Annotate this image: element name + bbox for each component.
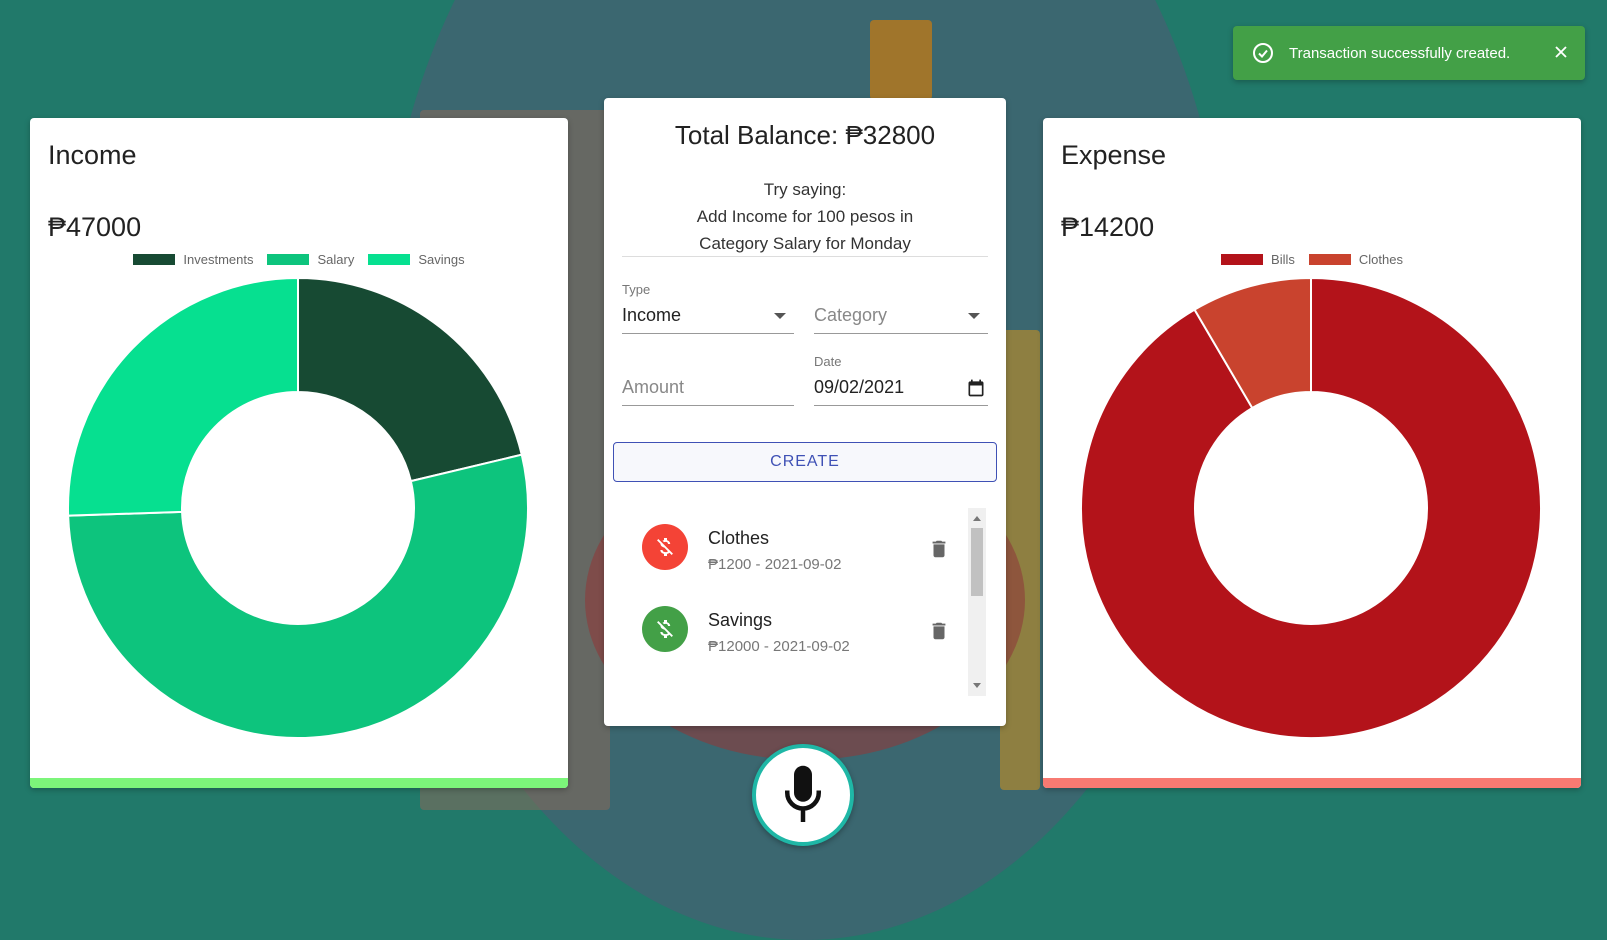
income-card: Income ₱47000 Investments Salary Savings: [30, 118, 568, 788]
transaction-form-card: Total Balance: ₱32800 Try saying: Add In…: [604, 98, 1006, 726]
total-balance: Total Balance: ₱32800: [674, 120, 936, 150]
type-value: Income: [622, 305, 682, 325]
date-value: 09/02/2021: [814, 377, 905, 397]
money-off-icon: [653, 617, 677, 641]
legend-item[interactable]: Savings: [368, 252, 465, 267]
microphone-icon: [776, 763, 830, 827]
expense-card: Expense ₱14200 Bills Clothes: [1043, 118, 1581, 788]
donut-slice-investments[interactable]: [297, 278, 523, 483]
expense-title: Expense: [1061, 140, 1167, 170]
chevron-down-icon: [968, 312, 980, 319]
list-item[interactable]: Clothes ₱1200 - 2021-09-02: [622, 508, 952, 590]
donut-slice-savings[interactable]: [67, 278, 299, 517]
transaction-avatar: [642, 606, 688, 652]
legend-label: Savings: [418, 252, 465, 267]
scroll-up-arrow-icon[interactable]: [973, 516, 981, 521]
hint-line: Try saying:: [763, 180, 847, 199]
transaction-avatar: [642, 524, 688, 570]
transaction-name: Savings: [708, 610, 773, 630]
amount-placeholder: Amount: [622, 377, 685, 397]
voice-hint: Try saying: Add Income for 100 pesos in …: [604, 176, 1006, 257]
income-amount: ₱47000: [48, 212, 142, 242]
close-icon[interactable]: [1551, 42, 1571, 66]
divider: [622, 256, 988, 257]
category-select[interactable]: Category: [814, 298, 988, 334]
legend-swatch: [133, 254, 176, 265]
scrollbar-thumb[interactable]: [971, 528, 983, 596]
legend-swatch: [267, 254, 310, 265]
date-label: Date: [814, 354, 842, 369]
legend-swatch: [368, 254, 411, 265]
legend-label: Investments: [183, 252, 254, 267]
legend-item[interactable]: Investments: [133, 252, 253, 267]
toast-message: Transaction successfully created.: [1289, 44, 1511, 62]
type-select[interactable]: Income: [622, 298, 794, 334]
expense-donut-chart: [1080, 278, 1542, 739]
legend-item[interactable]: Bills: [1221, 252, 1295, 267]
expense-legend: Bills Clothes: [1043, 252, 1581, 267]
transaction-name: Clothes: [708, 528, 770, 548]
hint-line: Add Income for 100 pesos in: [696, 207, 914, 226]
hint-line: Category Salary for Monday: [699, 234, 911, 253]
date-field[interactable]: 09/02/2021: [814, 370, 988, 406]
legend-item[interactable]: Clothes: [1308, 252, 1403, 267]
transaction-meta: ₱12000 - 2021-09-02: [708, 638, 850, 655]
legend-swatch: [1221, 254, 1264, 265]
money-off-icon: [653, 535, 677, 559]
legend-label: Bills: [1271, 252, 1295, 267]
legend-label: Clothes: [1358, 252, 1403, 267]
delete-icon[interactable]: [928, 620, 950, 647]
transaction-meta: ₱1200 - 2021-09-02: [708, 556, 842, 573]
background-decoration: [870, 20, 932, 100]
list-item[interactable]: Savings ₱12000 - 2021-09-02: [622, 590, 952, 672]
check-circle-icon: [1251, 41, 1275, 65]
delete-icon[interactable]: [928, 538, 950, 565]
income-title: Income: [48, 140, 137, 170]
income-donut-chart: [67, 278, 529, 740]
calendar-icon[interactable]: [966, 378, 986, 398]
legend-item[interactable]: Salary: [267, 252, 354, 267]
amount-field[interactable]: Amount: [622, 370, 794, 406]
legend-swatch: [1308, 254, 1351, 265]
voice-mic-button[interactable]: [752, 744, 854, 846]
create-button[interactable]: CREATE: [613, 442, 997, 482]
expense-amount: ₱14200: [1061, 212, 1155, 242]
expense-accent-bar: [1043, 778, 1581, 788]
legend-label: Salary: [317, 252, 355, 267]
type-label: Type: [622, 282, 651, 297]
category-placeholder: Category: [814, 305, 888, 325]
scroll-down-arrow-icon[interactable]: [973, 683, 981, 688]
transaction-list: Clothes ₱1200 - 2021-09-02 Savings ₱1200…: [622, 508, 952, 672]
chevron-down-icon: [774, 312, 786, 319]
list-scrollbar[interactable]: [968, 508, 986, 696]
income-legend: Investments Salary Savings: [30, 252, 568, 267]
income-accent-bar: [30, 778, 568, 788]
success-toast: Transaction successfully created.: [1233, 26, 1585, 80]
